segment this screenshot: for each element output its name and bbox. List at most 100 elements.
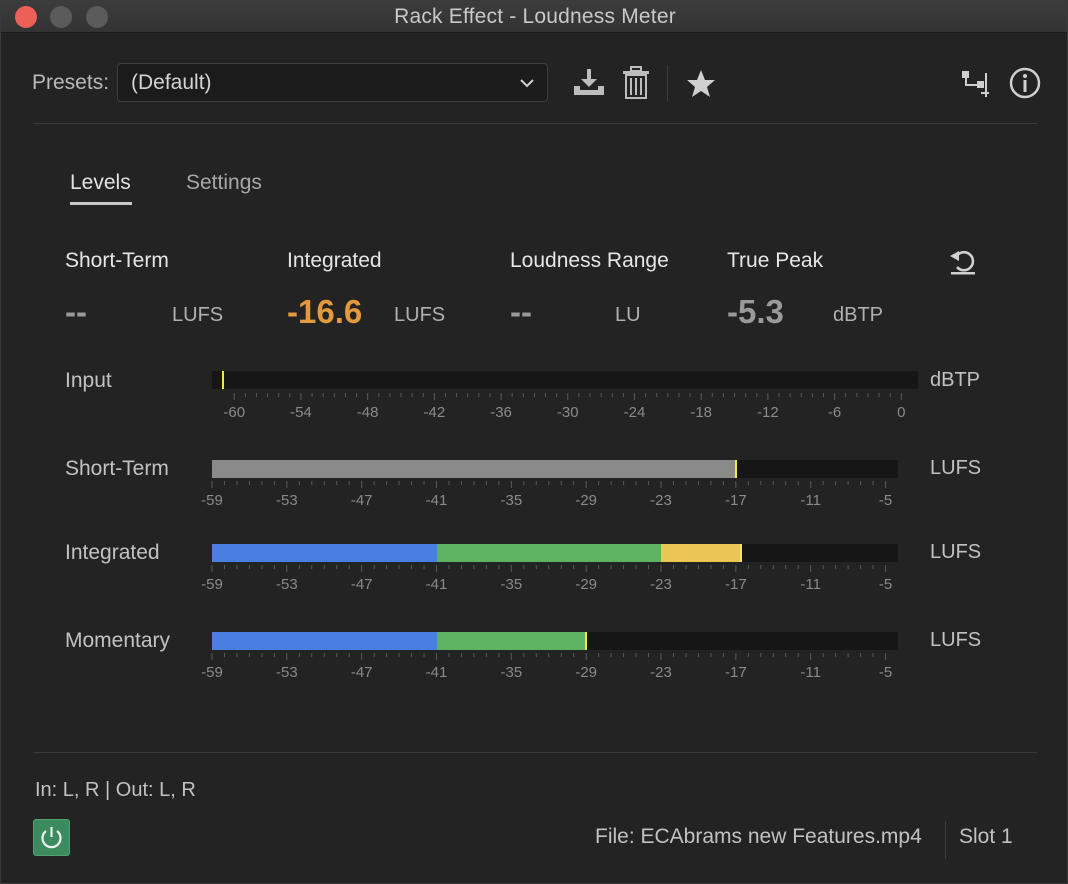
tick-label: -6: [827, 404, 842, 421]
io-channels: In: L, R | Out: L, R: [35, 779, 196, 801]
file-name: File: ECAbrams new Features.mp4: [595, 825, 922, 848]
loudness-range-unit: LU: [615, 304, 641, 326]
presets-label: Presets:: [32, 71, 110, 94]
true-peak-label: True Peak: [727, 249, 824, 272]
star-icon[interactable]: [684, 67, 718, 101]
preset-selected-value: (Default): [131, 71, 212, 94]
short-term-meter-label: Short-Term: [65, 457, 169, 480]
tick-label: -11: [800, 492, 821, 509]
true-peak-unit: dBTP: [833, 304, 884, 326]
tick-label: -17: [725, 664, 747, 681]
integrated-level-segment: [212, 544, 437, 562]
tick-label: -36: [490, 404, 512, 421]
tick-label: -5: [878, 492, 893, 509]
footer-separator: [945, 821, 946, 859]
short-term-meter-unit: LUFS: [930, 457, 982, 479]
momentary-meter-scale: -59 -53 -47 -41 -35 -29 -23 -17 -11 -5: [1, 653, 1067, 683]
tick-label: -60: [223, 404, 246, 421]
momentary-meter-label: Momentary: [65, 629, 171, 652]
tick-label: -5: [878, 664, 893, 681]
short-term-meter-scale: -59 -53 -47 -41 -35 -29 -23 -17 -11 -5: [1, 481, 1067, 511]
short-term-unit: LUFS: [172, 304, 224, 326]
title-bar[interactable]: Rack Effect - Loudness Meter: [1, 1, 1067, 33]
momentary-level-segment: [212, 632, 437, 650]
tick-label: -53: [275, 576, 298, 593]
tick-label: -59: [201, 576, 223, 593]
momentary-level-cursor: [585, 632, 588, 650]
integrated-meter-scale: -59 -53 -47 -41 -35 -29 -23 -17 -11 -5: [1, 565, 1067, 595]
info-icon[interactable]: [1008, 66, 1042, 100]
tick-label: -29: [575, 492, 598, 509]
input-meter-scale: -60 -54 -48 -42 -36 -30 -24 -18 -12 -6 0: [1, 393, 1067, 423]
tick-label: -59: [201, 492, 223, 509]
true-peak-value: -5.3: [727, 293, 784, 330]
tick-label: -5: [878, 576, 893, 593]
tick-label: -24: [623, 404, 646, 421]
tab-settings[interactable]: Settings: [186, 171, 262, 195]
power-button[interactable]: [33, 819, 70, 856]
integrated-meter-track: [212, 544, 898, 562]
tick-label: -53: [275, 664, 298, 681]
integrated-meter-label: Integrated: [65, 541, 160, 564]
tick-label: -35: [500, 664, 523, 681]
short-term-value: --: [65, 293, 87, 330]
tick-label: -59: [201, 664, 223, 681]
tick-label: -54: [290, 404, 312, 421]
tick-label: -23: [650, 664, 672, 681]
window-title: Rack Effect - Loudness Meter: [394, 5, 676, 28]
momentary-meter-track: [212, 632, 898, 650]
routing-icon[interactable]: [959, 67, 993, 101]
tick-label: -53: [275, 492, 298, 509]
tick-label: -23: [650, 576, 672, 593]
tick-label: -48: [356, 404, 379, 421]
tick-label: -29: [575, 576, 598, 593]
tick-label: -12: [757, 404, 779, 421]
preset-dropdown[interactable]: (Default): [117, 63, 548, 102]
loudness-meter-window: Rack Effect - Loudness Meter Presets: (D…: [0, 0, 1068, 884]
input-tick-marks: [233, 393, 902, 400]
integrated-tick-marks: [211, 565, 887, 572]
short-term-level-segment: [212, 460, 736, 478]
input-meter-label: Input: [65, 369, 112, 392]
tick-label: -30: [556, 404, 579, 421]
tick-label: -17: [725, 576, 747, 593]
tab-levels[interactable]: Levels: [70, 171, 131, 195]
tick-label: -47: [350, 664, 373, 681]
chevron-down-icon: [520, 79, 534, 88]
momentary-meter-unit: LUFS: [930, 629, 982, 651]
short-term-level-cursor: [734, 460, 737, 478]
tick-label: -41: [425, 492, 448, 509]
tick-label: -11: [800, 664, 821, 681]
integrated-level-segment: [436, 544, 661, 562]
integrated-level-cursor: [739, 544, 742, 562]
integrated-unit: LUFS: [394, 304, 446, 326]
tick-label: -23: [650, 492, 672, 509]
slot-label: Slot 1: [959, 825, 1013, 848]
integrated-level-segment: [661, 544, 741, 562]
tick-label: -35: [500, 576, 523, 593]
loudness-range-value: --: [510, 293, 532, 330]
loudness-range-label: Loudness Range: [510, 249, 669, 272]
tick-label: -35: [500, 492, 523, 509]
download-icon[interactable]: [572, 66, 606, 100]
input-level-cursor: [222, 371, 225, 389]
integrated-meter-unit: LUFS: [930, 541, 982, 563]
tick-label: -42: [423, 404, 446, 421]
integrated-label: Integrated: [287, 249, 382, 272]
input-meter-track: [212, 371, 918, 389]
tick-label: -47: [350, 576, 373, 593]
tick-label: -18: [690, 404, 713, 421]
tick-label: 0: [897, 404, 906, 421]
short-term-label: Short-Term: [65, 249, 169, 272]
momentary-tick-marks: [211, 653, 887, 660]
short-term-meter-track: [212, 460, 898, 478]
short-term-tick-marks: [211, 481, 887, 488]
trash-icon[interactable]: [619, 66, 653, 100]
reset-icon[interactable]: [947, 245, 979, 277]
tick-label: -17: [725, 492, 747, 509]
input-meter-unit: dBTP: [930, 369, 981, 391]
tick-label: -11: [800, 576, 821, 593]
integrated-value: -16.6: [287, 293, 363, 330]
header-divider: [33, 123, 1037, 124]
toolbar-separator: [667, 65, 668, 101]
